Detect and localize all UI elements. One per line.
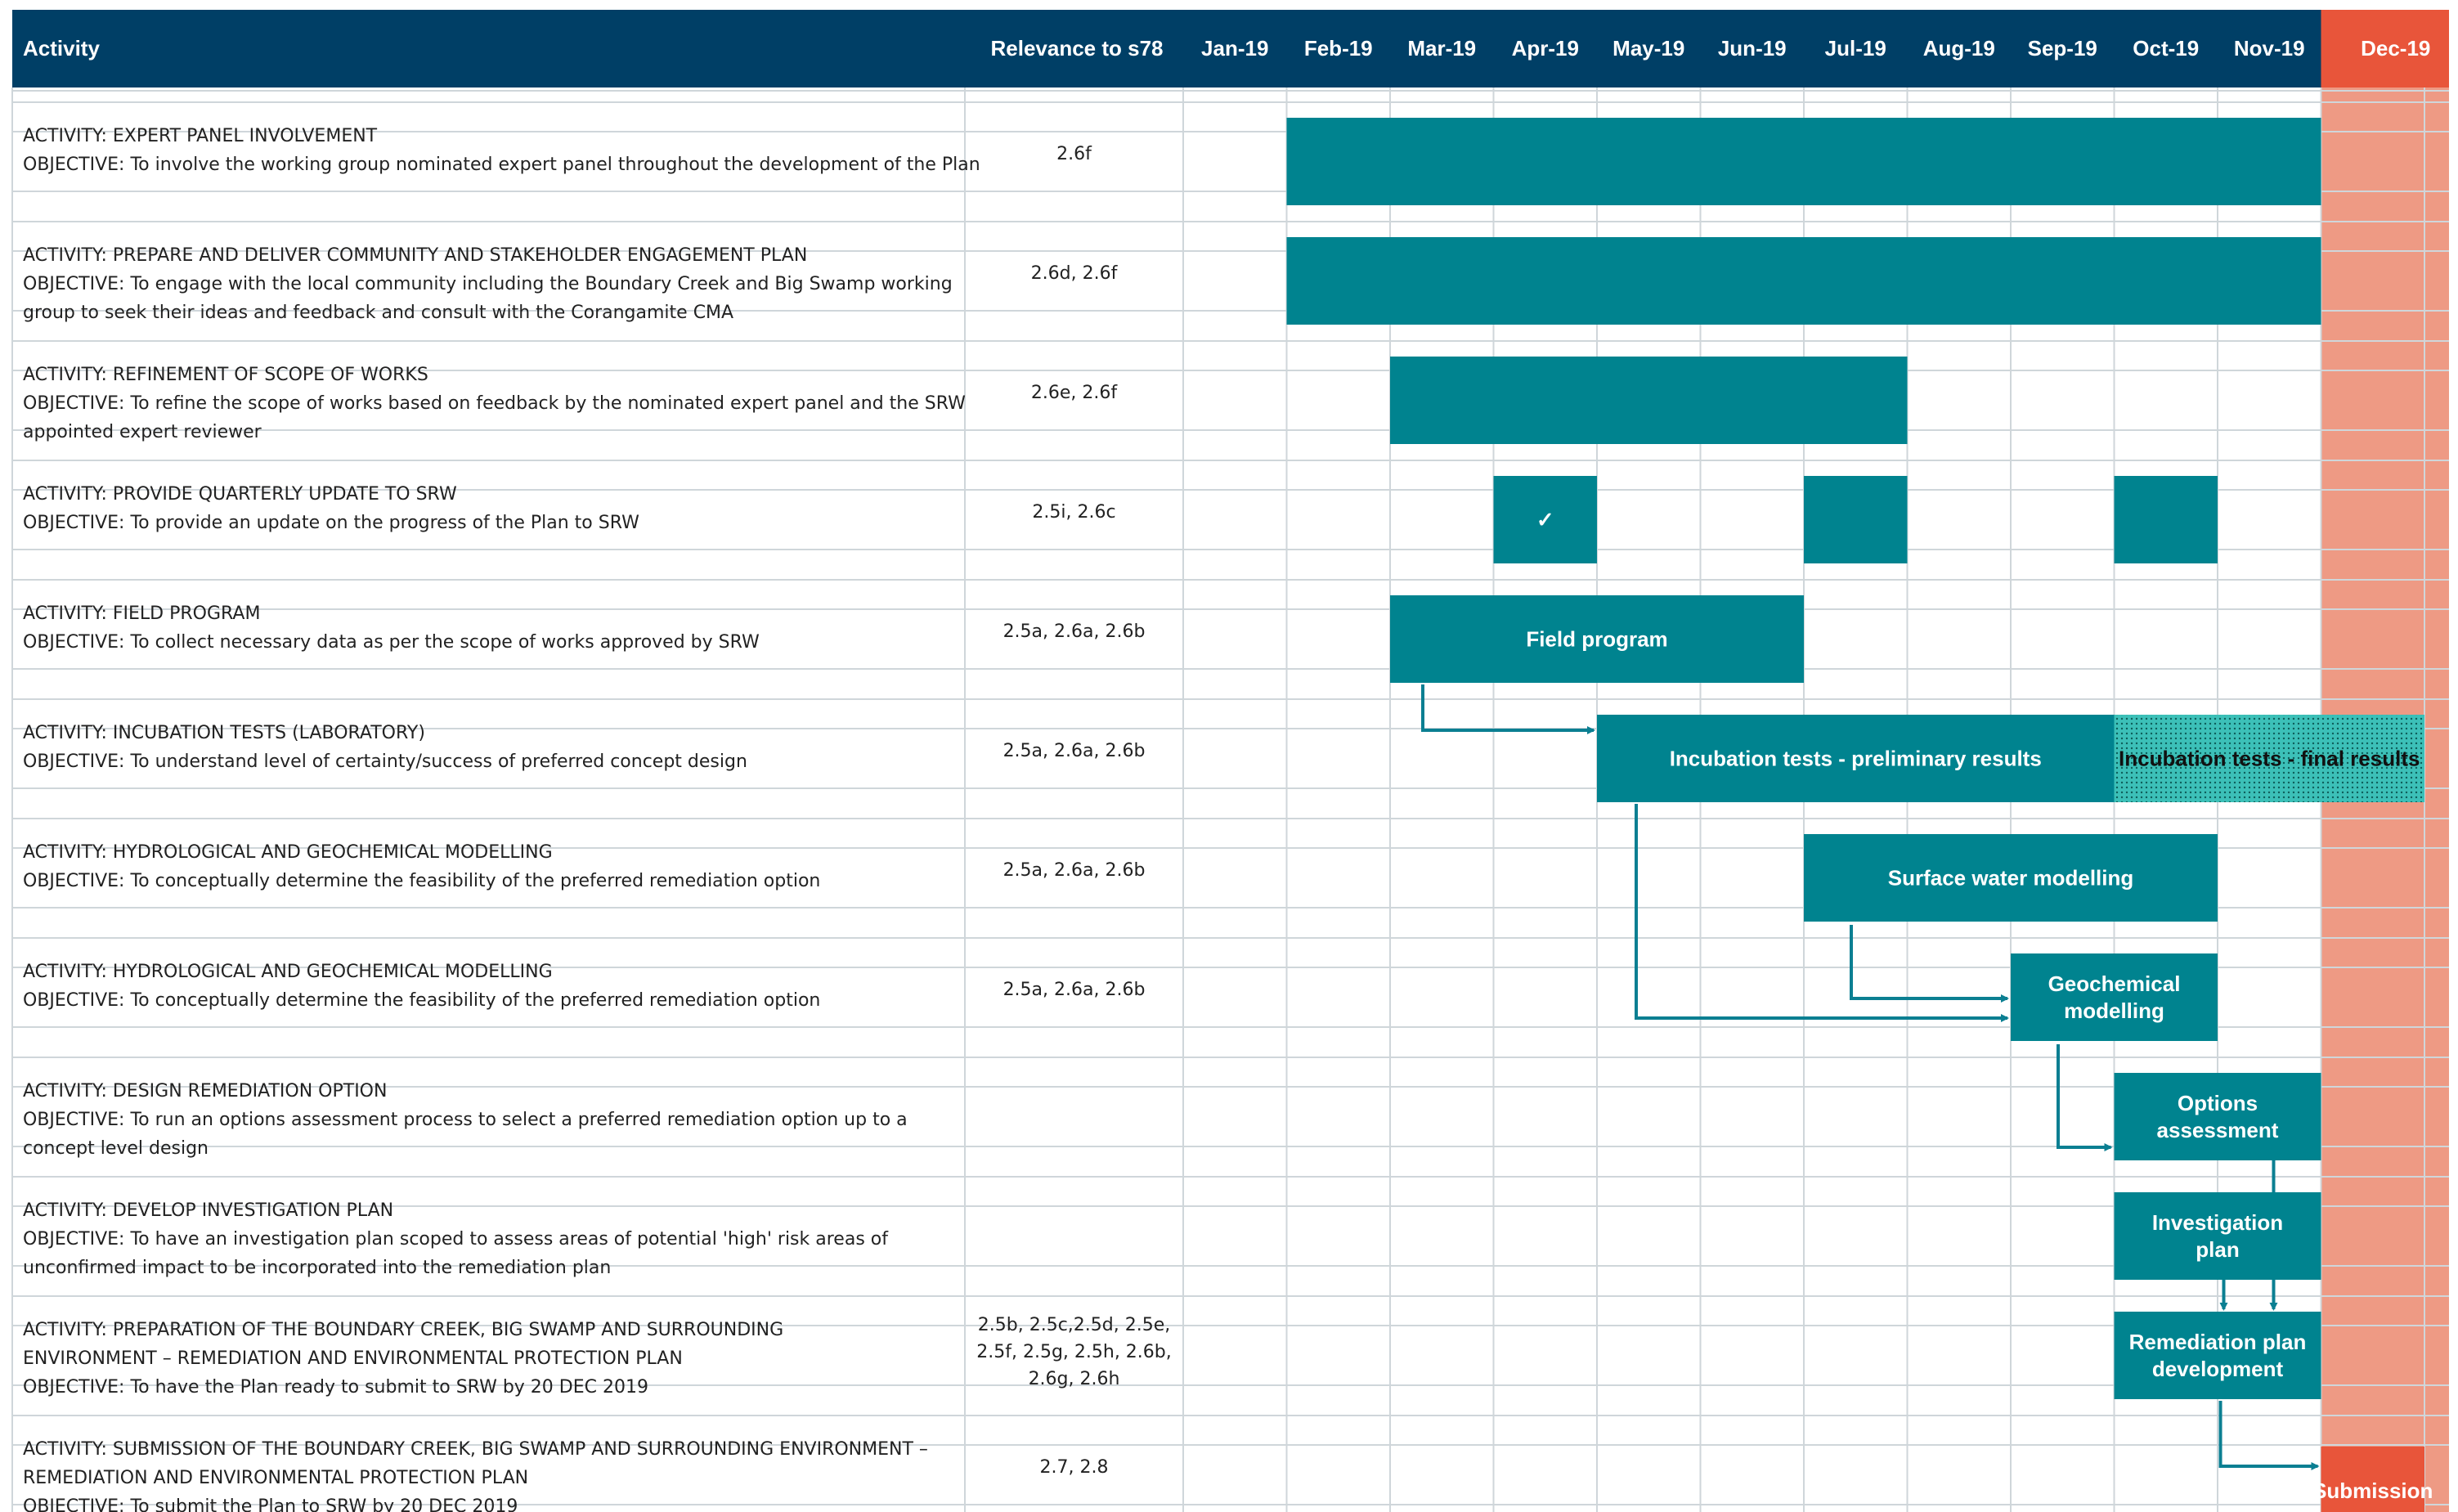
month-label: Jun-19 xyxy=(1718,36,1787,61)
bar-label: ✓ xyxy=(1536,508,1554,532)
activity-text: OBJECTIVE: To have an investigation plan… xyxy=(23,1229,889,1250)
activity-text: REMEDIATION AND ENVIRONMENTAL PROTECTION… xyxy=(23,1468,528,1488)
relevance-text: 2.6f xyxy=(1056,144,1092,164)
month-label: Oct-19 xyxy=(2133,36,2199,61)
bar-label: Surface water modelling xyxy=(1888,866,2134,891)
activity-text: ACTIVITY: DEVELOP INVESTIGATION PLAN xyxy=(23,1200,393,1221)
activity-text: ENVIRONMENT – REMEDIATION AND ENVIRONMEN… xyxy=(23,1348,683,1369)
activity-text: ACTIVITY: PROVIDE QUARTERLY UPDATE TO SR… xyxy=(23,484,457,505)
bar-label: Geochemical xyxy=(2048,971,2181,996)
activity-text: ACTIVITY: SUBMISSION OF THE BOUNDARY CRE… xyxy=(23,1439,928,1460)
bar-label: Field program xyxy=(1526,627,1667,652)
bar-label: Investigation xyxy=(2152,1210,2283,1235)
gantt-bar xyxy=(1804,476,1908,563)
relevance-text: 2.5i, 2.6c xyxy=(1032,502,1115,523)
bar-label: Options xyxy=(2178,1091,2258,1115)
month-label: Jan-19 xyxy=(1201,36,1268,61)
month-label: Dec-19 xyxy=(2361,36,2430,61)
month-label: Feb-19 xyxy=(1304,36,1373,61)
month-label: Nov-19 xyxy=(2234,36,2305,61)
gantt-bar xyxy=(2114,476,2218,563)
month-label: Mar-19 xyxy=(1407,36,1476,61)
gantt-bar xyxy=(2114,1312,2321,1399)
activity-text: OBJECTIVE: To refine the scope of works … xyxy=(23,393,966,414)
dependency-arrow xyxy=(1850,925,2009,1003)
bar-label: Incubation tests - final results xyxy=(2119,747,2420,771)
header-activity-label: Activity xyxy=(23,36,100,61)
activity-text: OBJECTIVE: To understand level of certai… xyxy=(23,752,747,772)
month-label: Jul-19 xyxy=(1825,36,1886,61)
activity-text: ACTIVITY: HYDROLOGICAL AND GEOCHEMICAL M… xyxy=(23,962,553,982)
relevance-text: 2.5f, 2.5g, 2.5h, 2.6b, xyxy=(976,1342,1172,1362)
relevance-text: 2.5a, 2.6a, 2.6b xyxy=(1003,980,1146,1000)
dependency-arrow xyxy=(2057,1044,2113,1151)
activity-text: group to seek their ideas and feedback a… xyxy=(23,303,733,323)
gantt-bar xyxy=(2114,1073,2321,1160)
dependency-arrow xyxy=(2218,1401,2320,1470)
activity-text: concept level design xyxy=(23,1138,209,1159)
activity-text: ACTIVITY: INCUBATION TESTS (LABORATORY) xyxy=(23,723,425,743)
activity-text: OBJECTIVE: To run an options assessment … xyxy=(23,1110,908,1130)
gantt-bar xyxy=(2011,953,2218,1041)
gantt-bar xyxy=(1286,118,2321,205)
month-label: May-19 xyxy=(1613,36,1684,61)
activity-text: ACTIVITY: DESIGN REMEDIATION OPTION xyxy=(23,1081,387,1101)
activity-text: ACTIVITY: PREPARE AND DELIVER COMMUNITY … xyxy=(23,245,807,266)
activity-text: OBJECTIVE: To submit the Plan to SRW by … xyxy=(23,1496,518,1512)
activity-text: unconfirmed impact to be incorporated in… xyxy=(23,1258,611,1278)
activity-text: OBJECTIVE: To collect necessary data as … xyxy=(23,632,760,653)
bar-label: Incubation tests - preliminary results xyxy=(1670,747,2042,771)
activity-text: ACTIVITY: REFINEMENT OF SCOPE OF WORKS xyxy=(23,365,428,385)
month-label: Apr-19 xyxy=(1512,36,1579,61)
relevance-text: 2.6g, 2.6h xyxy=(1029,1369,1120,1389)
relevance-text: 2.5b, 2.5c,2.5d, 2.5e, xyxy=(978,1315,1170,1335)
activity-text: OBJECTIVE: To provide an update on the p… xyxy=(23,513,639,533)
relevance-text: 2.5a, 2.6a, 2.6b xyxy=(1003,741,1146,761)
relevance-text: 2.7, 2.8 xyxy=(1040,1457,1109,1478)
activity-text: OBJECTIVE: To conceptually determine the… xyxy=(23,990,820,1011)
relevance-text: 2.6e, 2.6f xyxy=(1031,383,1118,403)
activity-text: ACTIVITY: PREPARATION OF THE BOUNDARY CR… xyxy=(23,1320,783,1340)
bar-label: development xyxy=(2152,1357,2284,1381)
dependency-arrow xyxy=(1421,684,1595,734)
activity-text: ACTIVITY: FIELD PROGRAM xyxy=(23,603,260,624)
gantt-bar xyxy=(1390,357,1908,444)
bar-label: Remediation plan xyxy=(2129,1330,2307,1354)
activity-text: OBJECTIVE: To engage with the local comm… xyxy=(23,274,953,294)
month-label: Aug-19 xyxy=(1923,36,1995,61)
activity-text: OBJECTIVE: To involve the working group … xyxy=(23,155,980,175)
activity-text: ACTIVITY: HYDROLOGICAL AND GEOCHEMICAL M… xyxy=(23,842,553,863)
gantt-bar xyxy=(1286,237,2321,325)
bar-label: modelling xyxy=(2064,998,2164,1023)
relevance-text: 2.5a, 2.6a, 2.6b xyxy=(1003,860,1146,881)
month-label: Sep-19 xyxy=(2028,36,2097,61)
relevance-text: 2.5a, 2.6a, 2.6b xyxy=(1003,621,1146,642)
bar-label: plan xyxy=(2196,1237,2239,1262)
header-relevance-label: Relevance to s78 xyxy=(990,36,1163,61)
bar-label: Submission xyxy=(2312,1478,2433,1503)
activity-text: appointed expert reviewer xyxy=(23,422,262,442)
activity-text: ACTIVITY: EXPERT PANEL INVOLVEMENT xyxy=(23,126,378,146)
bar-label: assessment xyxy=(2157,1118,2279,1142)
activity-text: OBJECTIVE: To have the Plan ready to sub… xyxy=(23,1377,648,1398)
activity-text: OBJECTIVE: To conceptually determine the… xyxy=(23,871,820,891)
relevance-text: 2.6d, 2.6f xyxy=(1031,263,1119,284)
gantt-chart: ✓ Field program Incubation tests - prelimi… xyxy=(11,10,2449,1512)
gantt-bar xyxy=(2114,1192,2321,1280)
